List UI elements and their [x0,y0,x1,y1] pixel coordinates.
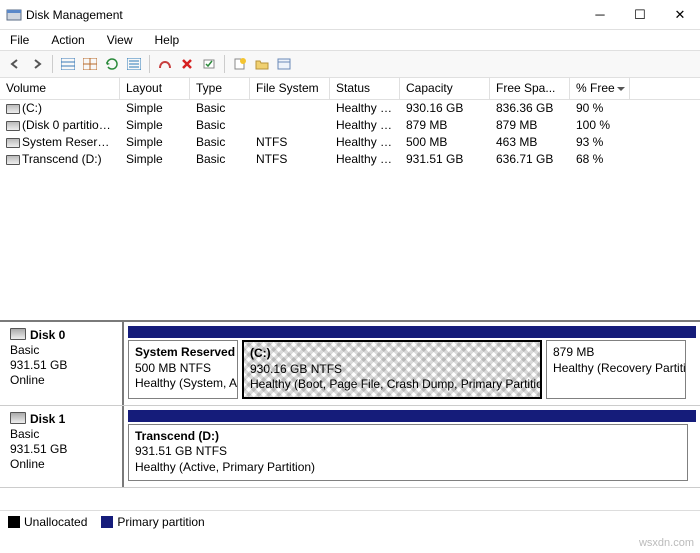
toolbar-grid2-icon[interactable] [81,55,99,73]
drive-icon [6,155,20,165]
disk-block: Disk 1Basic931.51 GBOnlineTranscend (D:)… [0,406,700,488]
partition[interactable]: 879 MBHealthy (Recovery Partition [546,340,686,399]
partition[interactable]: Transcend (D:)931.51 GB NTFSHealthy (Act… [128,424,688,481]
toolbar-open-icon[interactable] [253,55,271,73]
legend-primary: Primary partition [101,515,204,529]
menu-view[interactable]: View [103,31,137,49]
col-capacity[interactable]: Capacity [400,78,490,99]
disk-block: Disk 0Basic931.51 GBOnlineSystem Reserve… [0,322,700,406]
col-filesystem[interactable]: File System [250,78,330,99]
menu-file[interactable]: File [6,31,33,49]
toolbar-props-icon[interactable] [275,55,293,73]
volume-row[interactable]: Transcend (D:)SimpleBasicNTFSHealthy (A.… [0,151,700,168]
toolbar-delete-icon[interactable] [178,55,196,73]
col-layout[interactable]: Layout [120,78,190,99]
graphical-view: Disk 0Basic931.51 GBOnlineSystem Reserve… [0,320,700,488]
disk-info[interactable]: Disk 1Basic931.51 GBOnline [0,406,124,487]
partition[interactable]: (C:)930.16 GB NTFSHealthy (Boot, Page Fi… [242,340,542,399]
col-free[interactable]: Free Spa... [490,78,570,99]
col-volume[interactable]: Volume [0,78,120,99]
menu-action[interactable]: Action [47,31,88,49]
forward-button[interactable] [28,55,46,73]
disk-info[interactable]: Disk 0Basic931.51 GBOnline [0,322,124,405]
toolbar-check-icon[interactable] [200,55,218,73]
volume-table-header: Volume Layout Type File System Status Ca… [0,78,700,100]
app-icon [6,7,22,23]
disk-icon [10,328,26,340]
minimize-button[interactable]: ─ [580,0,620,30]
volume-table-body: (C:)SimpleBasicHealthy (B...930.16 GB836… [0,100,700,168]
col-percent-free[interactable]: % Free [570,78,630,99]
menu-help[interactable]: Help [151,31,184,49]
volume-row[interactable]: (Disk 0 partition 3)SimpleBasicHealthy (… [0,117,700,134]
legend: Unallocated Primary partition [0,510,700,533]
close-button[interactable]: ✕ [660,0,700,30]
toolbar-action-icon[interactable] [156,55,174,73]
toolbar-grid1-icon[interactable] [59,55,77,73]
toolbar-refresh-icon[interactable] [103,55,121,73]
col-status[interactable]: Status [330,78,400,99]
drive-icon [6,104,20,114]
legend-unallocated: Unallocated [8,515,87,529]
titlebar: Disk Management ─ ☐ ✕ [0,0,700,30]
toolbar [0,50,700,78]
maximize-button[interactable]: ☐ [620,0,660,30]
toolbar-new-icon[interactable] [231,55,249,73]
disk-icon [10,412,26,424]
drive-icon [6,138,20,148]
toolbar-list-icon[interactable] [125,55,143,73]
col-type[interactable]: Type [190,78,250,99]
back-button[interactable] [6,55,24,73]
partition[interactable]: System Reserved500 MB NTFSHealthy (Syste… [128,340,238,399]
watermark: wsxdn.com [639,537,694,549]
drive-icon [6,121,20,131]
menubar: File Action View Help [0,30,700,50]
window-title: Disk Management [26,8,123,22]
volume-row[interactable]: (C:)SimpleBasicHealthy (B...930.16 GB836… [0,100,700,117]
volume-row[interactable]: System ReservedSimpleBasicNTFSHealthy (S… [0,134,700,151]
